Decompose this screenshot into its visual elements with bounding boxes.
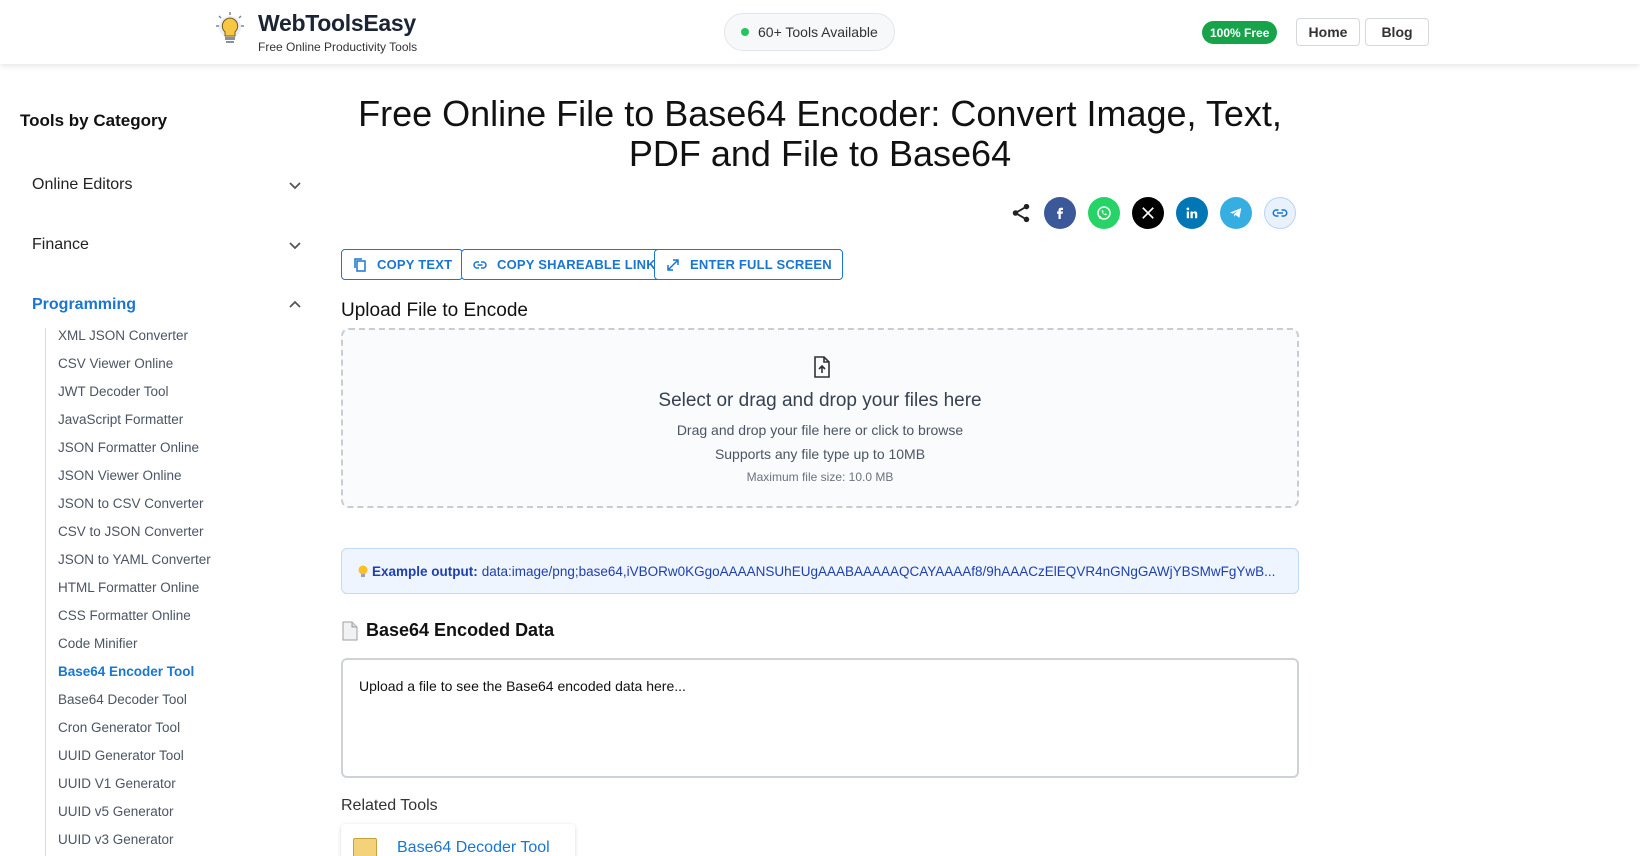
facebook-share-icon[interactable]	[1044, 197, 1076, 229]
example-output-box: Example output: data:image/png;base64,iV…	[341, 548, 1299, 594]
dropzone-max-size: Maximum file size: 10.0 MB	[746, 470, 894, 484]
sidebar-item-css-formatter[interactable]: CSS Formatter Online	[58, 608, 191, 623]
upload-heading: Upload File to Encode	[341, 300, 528, 321]
example-value: data:image/png;base64,iVBORw0KGgoAAAANSU…	[481, 563, 1276, 579]
sidebar-item-html-formatter[interactable]: HTML Formatter Online	[58, 580, 199, 595]
logo[interactable]: WebToolsEasy Free Online Productivity To…	[210, 10, 417, 54]
encoded-heading: Base64 Encoded Data	[366, 620, 555, 640]
sidebar-item-json-formatter[interactable]: JSON Formatter Online	[58, 440, 199, 455]
chevron-up-icon	[289, 300, 301, 308]
file-dropzone[interactable]: Select or drag and drop your files here …	[341, 328, 1299, 508]
chevron-down-icon	[289, 242, 301, 250]
sidebar-item-jwt-decoder[interactable]: JWT Decoder Tool	[58, 384, 169, 399]
sidebar-title: Tools by Category	[20, 111, 168, 130]
sidebar-item-uuid-v1[interactable]: UUID V1 Generator	[58, 776, 176, 791]
sidebar-item-base64-decoder[interactable]: Base64 Decoder Tool	[58, 692, 187, 707]
category-label: Online Editors	[32, 176, 133, 193]
copy-link-label: COPY SHAREABLE LINK	[497, 257, 656, 272]
brand-name: WebToolsEasy	[258, 10, 416, 36]
sidebar-item-base64-encoder[interactable]: Base64 Encoder Tool	[58, 664, 194, 679]
dropzone-main-text: Select or drag and drop your files here	[658, 390, 982, 411]
category-finance[interactable]: Finance	[32, 233, 302, 257]
x-share-icon[interactable]	[1132, 197, 1164, 229]
share-icon[interactable]	[1010, 202, 1032, 224]
nav-home-button[interactable]: Home	[1296, 18, 1360, 46]
linkedin-share-icon[interactable]	[1176, 197, 1208, 229]
sidebar-item-json-to-yaml[interactable]: JSON to YAML Converter	[58, 552, 211, 567]
example-label: Example output:	[372, 563, 478, 579]
copy-link-icon[interactable]	[1264, 197, 1296, 229]
sidebar-item-uuid-v3[interactable]: UUID v3 Generator	[58, 832, 174, 847]
copy-icon	[354, 257, 366, 272]
copy-text-label: COPY TEXT	[377, 257, 453, 272]
share-bar	[1010, 196, 1296, 230]
fullscreen-label: ENTER FULL SCREEN	[690, 257, 832, 272]
link-icon	[473, 260, 487, 269]
lightbulb-icon	[358, 565, 368, 577]
whatsapp-share-icon[interactable]	[1088, 197, 1120, 229]
enter-full-screen-button[interactable]: ENTER FULL SCREEN	[654, 249, 843, 280]
sidebar-item-javascript-formatter[interactable]: JavaScript Formatter	[58, 412, 183, 427]
document-icon	[342, 621, 358, 640]
copy-shareable-link-button[interactable]: COPY SHAREABLE LINK	[461, 249, 667, 280]
category-programming[interactable]: Programming	[32, 293, 302, 317]
sidebar-item-csv-to-json[interactable]: CSV to JSON Converter	[58, 524, 204, 539]
sidebar-item-uuid-v5[interactable]: UUID v5 Generator	[58, 804, 174, 819]
sidebar-item-uuid-generator[interactable]: UUID Generator Tool	[58, 748, 184, 763]
sidebar-item-cron-generator[interactable]: Cron Generator Tool	[58, 720, 180, 735]
sidebar-item-code-minifier[interactable]: Code Minifier	[58, 636, 138, 651]
telegram-share-icon[interactable]	[1220, 197, 1252, 229]
tools-count-label: 60+ Tools Available	[758, 24, 878, 40]
nav-blog-button[interactable]: Blog	[1365, 18, 1429, 46]
base64-output-textarea[interactable]: Upload a file to see the Base64 encoded …	[341, 658, 1299, 778]
dropzone-hint: Drag and drop your file here or click to…	[676, 422, 964, 438]
category-label: Programming	[32, 296, 137, 313]
encoded-heading-row: Base64 Encoded Data	[341, 620, 554, 641]
file-upload-icon	[814, 356, 830, 378]
chevron-down-icon	[289, 182, 301, 190]
sidebar-item-csv-viewer[interactable]: CSV Viewer Online	[58, 356, 173, 371]
related-tools-heading: Related Tools	[341, 797, 438, 814]
site-header: WebToolsEasy Free Online Productivity To…	[0, 0, 1640, 64]
file-thumbnail-icon	[353, 838, 377, 856]
expand-icon	[667, 258, 679, 271]
sidebar-item-json-to-csv[interactable]: JSON to CSV Converter	[58, 496, 204, 511]
status-dot-icon	[741, 28, 749, 36]
lightbulb-icon	[210, 10, 250, 50]
sidebar-item-json-viewer[interactable]: JSON Viewer Online	[58, 468, 182, 483]
copy-text-button[interactable]: COPY TEXT	[341, 249, 464, 280]
category-label: Finance	[32, 236, 89, 253]
sidebar-item-xml-json-converter[interactable]: XML JSON Converter	[58, 328, 188, 343]
tools-count-pill: 60+ Tools Available	[724, 13, 895, 51]
free-badge: 100% Free	[1202, 21, 1278, 44]
dropzone-support: Supports any file type up to 10MB	[714, 446, 926, 462]
sidebar: Tools by Category Online Editors Finance…	[0, 64, 320, 856]
brand-tagline: Free Online Productivity Tools	[258, 40, 418, 54]
related-tool-link[interactable]: Base64 Decoder Tool	[397, 839, 550, 856]
page-title: Free Online File to Base64 Encoder: Conv…	[358, 93, 1282, 174]
related-tool-card[interactable]: Base64 Decoder Tool	[341, 824, 575, 856]
category-online-editors[interactable]: Online Editors	[32, 173, 302, 197]
programming-tool-list: XML JSON Converter CSV Viewer Online JWT…	[45, 328, 305, 856]
